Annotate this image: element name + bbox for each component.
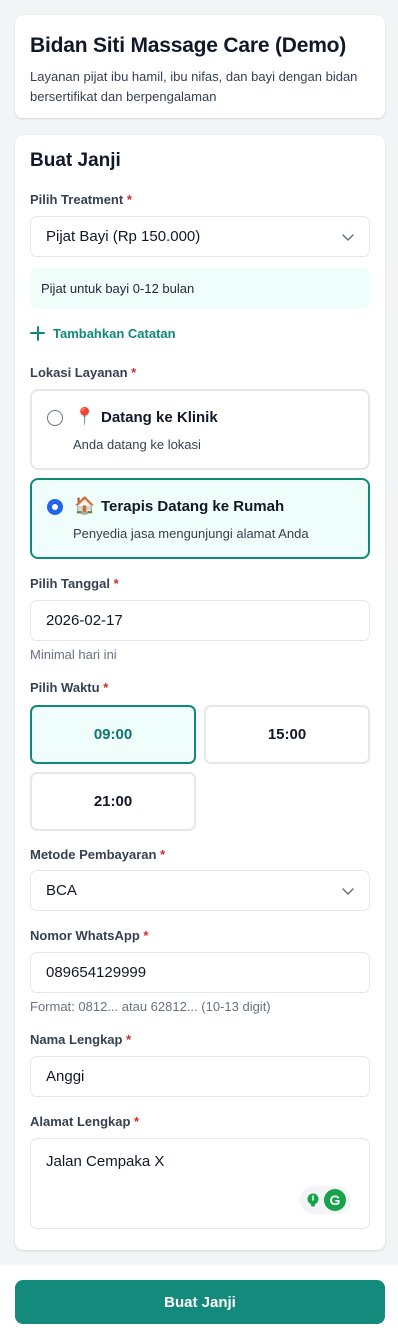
time-slot-0900[interactable]: 09:00	[30, 705, 196, 764]
name-value: Anggi	[46, 1068, 85, 1085]
bottom-action-bar: Buat Janji	[0, 1265, 398, 1341]
time-slot-2100[interactable]: 21:00	[30, 772, 196, 831]
treatment-select[interactable]: Pijat Bayi (Rp 150.000)	[30, 216, 370, 257]
address-textarea[interactable]: Jalan Cempaka X G	[30, 1138, 370, 1229]
location-option-clinic[interactable]: 📍 Datang ke Klinik Anda datang ke lokasi	[30, 389, 370, 470]
pin-icon: 📍	[74, 407, 96, 426]
app-title: Bidan Siti Massage Care (Demo)	[30, 34, 347, 57]
location-option-home[interactable]: 🏠 Terapis Datang ke Rumah Penyedia jasa …	[30, 478, 370, 559]
lightbulb-icon	[307, 1193, 319, 1207]
plus-icon	[30, 325, 45, 341]
time-slot-1500[interactable]: 15:00	[204, 705, 370, 764]
location-option-desc: Penyedia jasa mengunjungi alamat Anda	[73, 526, 309, 541]
treatment-value: Pijat Bayi (Rp 150.000)	[46, 228, 201, 245]
name-input[interactable]: Anggi	[30, 1056, 370, 1097]
form-title: Buat Janji	[30, 150, 121, 171]
radio-button[interactable]	[47, 410, 63, 426]
whatsapp-value: 089654129999	[46, 964, 147, 981]
address-label: Alamat Lengkap *	[30, 1114, 140, 1129]
submit-button[interactable]: Buat Janji	[15, 1280, 385, 1324]
app-subtitle: Layanan pijat ibu hamil, ibu nifas, dan …	[30, 69, 358, 104]
location-option-desc: Anda datang ke lokasi	[73, 437, 201, 452]
chevron-down-icon	[342, 888, 354, 895]
chevron-down-icon	[342, 234, 354, 241]
date-label: Pilih Tanggal *	[30, 576, 119, 591]
house-icon: 🏠	[74, 496, 96, 515]
whatsapp-input[interactable]: 089654129999	[30, 952, 370, 993]
location-option-title: Terapis Datang ke Rumah	[101, 498, 285, 515]
time-label: Pilih Waktu *	[30, 680, 109, 695]
treatment-info: Pijat untuk bayi 0-12 bulan	[30, 268, 370, 309]
address-value: Jalan Cempaka X	[46, 1153, 165, 1170]
location-option-title: Datang ke Klinik	[101, 409, 218, 426]
add-note-label: Tambahkan Catatan	[53, 325, 176, 341]
grammarly-widget[interactable]: G	[300, 1186, 351, 1214]
date-hint: Minimal hari ini	[30, 647, 117, 662]
location-label: Lokasi Layanan *	[30, 365, 137, 380]
payment-value: BCA	[46, 882, 77, 899]
booking-form: Buat Janji Pilih Treatment * Pijat Bayi …	[15, 135, 385, 1250]
treatment-label: Pilih Treatment *	[30, 192, 132, 207]
header-card: Bidan Siti Massage Care (Demo) Layanan p…	[15, 15, 385, 118]
date-value: 2026-02-17	[46, 612, 123, 629]
grammarly-icon: G	[324, 1189, 346, 1211]
name-label: Nama Lengkap *	[30, 1032, 132, 1047]
whatsapp-hint: Format: 0812... atau 62812... (10-13 dig…	[30, 999, 271, 1014]
date-input[interactable]: 2026-02-17	[30, 600, 370, 641]
radio-button-selected[interactable]	[47, 499, 63, 515]
payment-select[interactable]: BCA	[30, 870, 370, 911]
payment-label: Metode Pembayaran *	[30, 847, 166, 862]
whatsapp-label: Nomor WhatsApp *	[30, 928, 149, 943]
add-note-button[interactable]: Tambahkan Catatan	[30, 323, 176, 343]
